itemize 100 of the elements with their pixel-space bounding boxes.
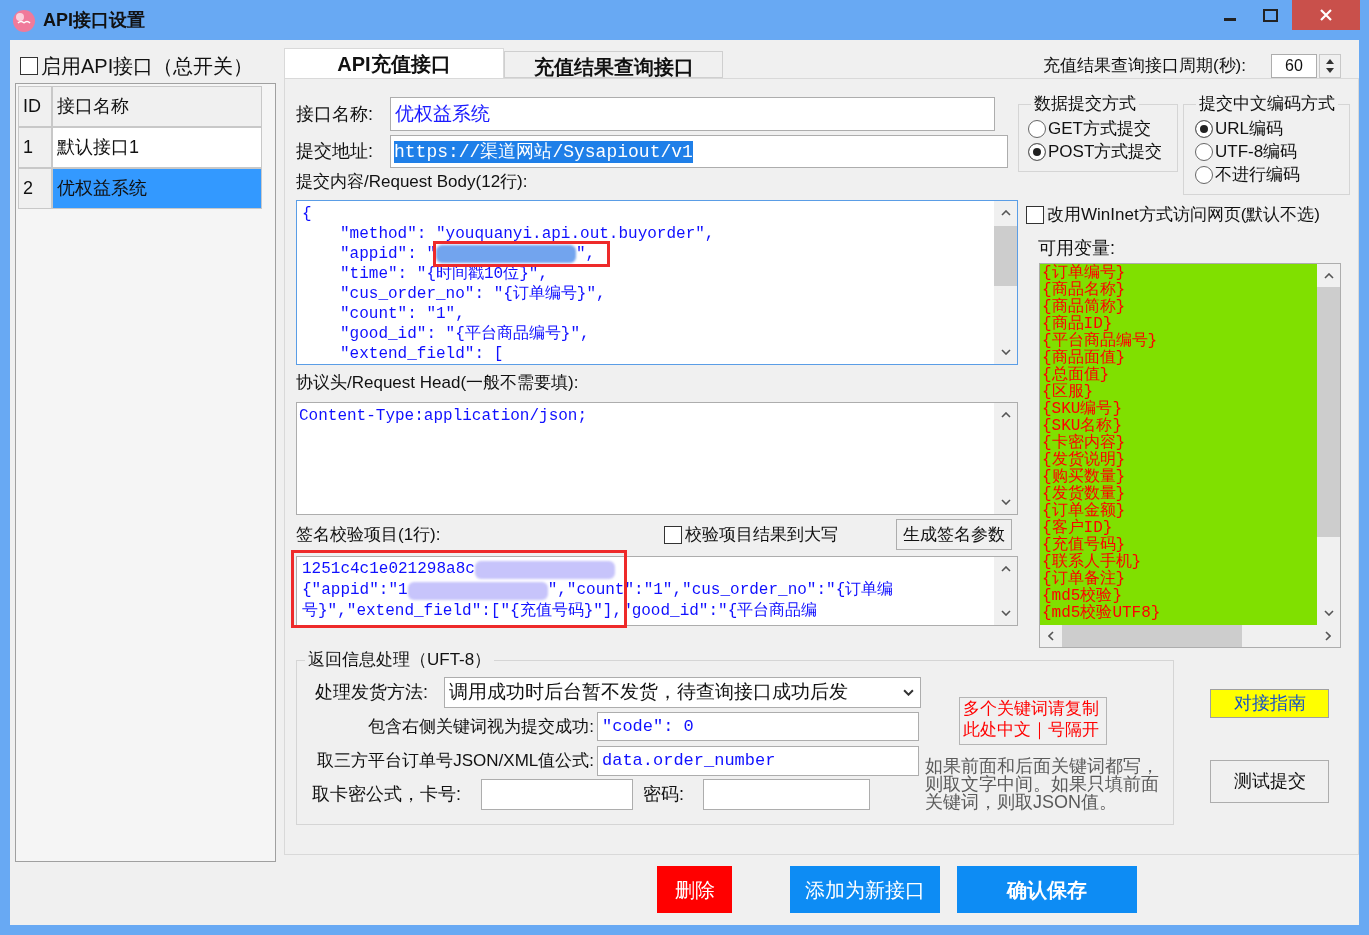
checkbox-label: 改用WinInet方式访问网页(默认不选) (1047, 204, 1320, 227)
group-title: 数据提交方式 (1033, 94, 1137, 114)
group-title: 返回信息处理（UFT-8） (307, 650, 493, 670)
column-header[interactable]: ID (18, 86, 52, 127)
close-button[interactable] (1292, 0, 1360, 30)
test-submit-button[interactable]: 测试提交 (1210, 760, 1329, 803)
save-button[interactable]: 确认保存 (957, 866, 1137, 913)
minimize-icon (1224, 17, 1236, 21)
chevron-left-icon[interactable] (1048, 631, 1054, 641)
row-id: 1 (18, 127, 52, 168)
delete-button[interactable]: 删除 (657, 866, 732, 913)
interface-list-item[interactable]: 默认接口1 (52, 127, 262, 168)
vertical-scrollbar[interactable] (994, 201, 1017, 364)
spin-buttons[interactable] (1319, 54, 1341, 78)
tab[interactable]: API充值接口 (284, 48, 504, 78)
text-field[interactable] (481, 779, 633, 810)
radio-label: POST方式提交 (1048, 140, 1163, 163)
column-header[interactable]: 接口名称 (52, 86, 262, 127)
code-line: "good_id": "{平台商品编号}", (340, 324, 591, 344)
interface-list-item[interactable]: 优权益系统 (52, 168, 262, 209)
variable-item[interactable]: {发货说明} (1042, 452, 1126, 469)
close-icon (1319, 8, 1333, 22)
app-logo-icon (11, 7, 37, 33)
code-text: 1251c4c1e021298a8c (302, 559, 475, 580)
number-field[interactable]: 60 (1271, 54, 1317, 78)
keyword-note: 多个关键词请复制此处中文｜号隔开 (959, 697, 1107, 745)
chevron-up-icon[interactable] (1000, 412, 1011, 418)
chevron-up-icon[interactable] (1000, 210, 1011, 216)
variable-item[interactable]: {购买数量} (1042, 469, 1126, 486)
guide-button[interactable]: 对接指南 (1210, 689, 1329, 718)
variable-item[interactable]: {md5校验} (1042, 588, 1122, 605)
code-line: "count": "1", (340, 304, 466, 324)
radio-button[interactable] (1028, 119, 1046, 138)
query-period-label: 充值结果查询接口周期(秒): (1042, 55, 1246, 78)
checkbox-label: 启用API接口（总开关） (41, 53, 254, 79)
radio-label: 不进行编码 (1215, 163, 1300, 186)
chevron-right-icon[interactable] (1325, 631, 1331, 641)
code-line: "extend_field": [ (340, 344, 505, 364)
field-label: 取卡密公式，卡号: (312, 783, 462, 806)
variable-item[interactable]: {SKU编号} (1042, 401, 1122, 418)
text-field[interactable]: 优权益系统 (390, 97, 995, 131)
chevron-up-icon[interactable] (1000, 566, 1011, 572)
text-field[interactable]: data.order_number (597, 746, 919, 776)
radio-button[interactable] (1195, 119, 1213, 138)
chevron-down-icon[interactable] (1000, 499, 1011, 505)
chevron-down-icon[interactable] (1000, 610, 1011, 616)
code-text: ", (576, 244, 596, 264)
radio-label: GET方式提交 (1048, 117, 1151, 140)
vertical-scrollbar[interactable] (994, 557, 1017, 625)
radio-label: UTF-8编码 (1215, 140, 1298, 163)
variable-item[interactable]: {商品ID} (1042, 316, 1113, 333)
variable-item[interactable]: {md5校验UTF8} (1042, 605, 1161, 622)
scrollbar-thumb[interactable] (1317, 287, 1340, 537)
code-line: "cus_order_no": "{订单编号}", (340, 284, 607, 304)
variables-label: 可用变量: (1038, 238, 1116, 258)
radio-button[interactable] (1195, 165, 1213, 184)
group-title: 提交中文编码方式 (1198, 94, 1336, 114)
radio-button[interactable] (1028, 142, 1046, 161)
field-label: 签名校验项目(1行): (296, 523, 441, 546)
scrollbar-thumb[interactable] (994, 226, 1017, 286)
text-field[interactable] (703, 779, 870, 810)
variable-item[interactable]: {区服} (1042, 384, 1094, 401)
variable-item[interactable]: {卡密内容} (1042, 435, 1126, 452)
field-label: 处理发货方法: (315, 681, 429, 704)
text-field[interactable]: "code": 0 (597, 712, 919, 741)
field-label: 密码: (643, 783, 685, 806)
field-label: 接口名称: (296, 102, 374, 126)
variable-item[interactable]: {订单编号} (1042, 265, 1126, 282)
dropdown[interactable]: 调用成功时后台暂不发货，待查询接口成功后发 (444, 677, 921, 708)
code-line: "method": "youquanyi.api.out.buyorder", (340, 224, 716, 244)
code-text: {"appid":"1 (302, 580, 408, 601)
chevron-down-icon[interactable] (1323, 610, 1334, 616)
hint-text: 如果前面和后面关键词都写，则取文字中间。如果只填前面关键词，则取JSON值。 (925, 757, 1160, 811)
variable-item[interactable]: {商品面值} (1042, 350, 1126, 367)
variable-item[interactable]: {订单备注} (1042, 571, 1126, 588)
add-button[interactable]: 添加为新接口 (790, 866, 940, 913)
variable-item[interactable]: {平台商品编号} (1042, 333, 1158, 350)
chevron-up-icon[interactable] (1323, 273, 1334, 279)
checkbox[interactable] (664, 525, 682, 544)
maximize-icon (1262, 8, 1278, 22)
radio-label: URL编码 (1215, 117, 1283, 140)
scrollbar-thumb[interactable] (1062, 625, 1242, 647)
field-label: 提交地址: (296, 140, 374, 163)
field-label: 协议头/Request Head(一般不需要填): (296, 372, 580, 394)
radio-button[interactable] (1195, 142, 1213, 161)
text-field[interactable]: https://渠道网站/Sysapiout/v1 (390, 135, 1008, 168)
checkbox[interactable] (1026, 206, 1044, 224)
variables-listbox[interactable]: {订单编号} {商品名称} {商品简称} {商品ID} {平台商品编号} {商品面值} {总面值} {区服} {SKU编号} {SKU名称} {卡密内容} {发货说明} {购买数量} {发货数量} {订单金额} {客户ID} {充值号码} {联系人手机} {订单备注} {md5校验} {md5校验UTF8} (1039, 263, 1341, 648)
chevron-down-icon (903, 689, 914, 696)
variable-item[interactable]: {商品简称} (1042, 299, 1126, 316)
generate-signature-button[interactable]: 生成签名参数 (896, 519, 1012, 550)
field-label: 提交内容/Request Body(12行): (296, 171, 529, 193)
tab[interactable]: 充值结果查询接口 (504, 51, 723, 78)
request-head-field[interactable]: Content-Type:application/json; (296, 402, 1018, 515)
checkbox-label: 校验项目结果到大写 (685, 523, 838, 546)
vertical-scrollbar[interactable] (994, 403, 1017, 514)
window-title: API接口设置 (43, 9, 145, 31)
caret-up-icon (1326, 59, 1334, 64)
checkbox[interactable] (20, 56, 38, 75)
chevron-down-icon[interactable] (1000, 349, 1011, 355)
